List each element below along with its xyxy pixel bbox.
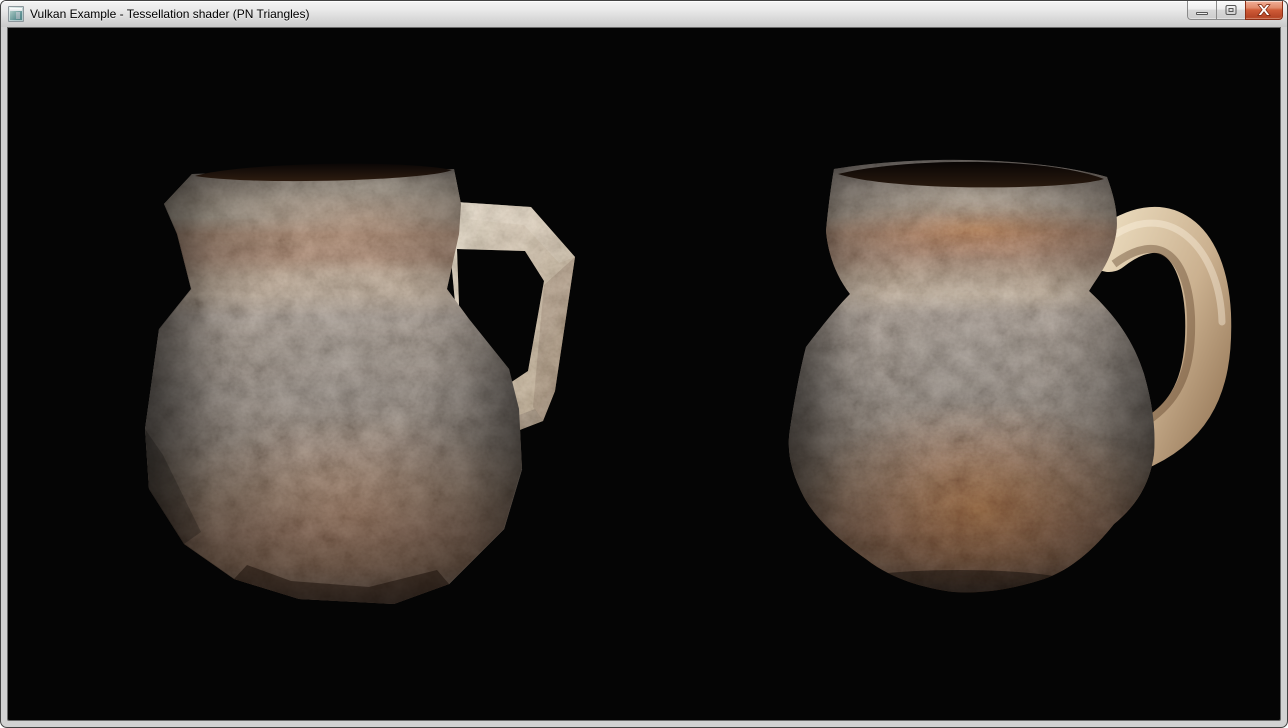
close-button[interactable] [1245,1,1283,20]
jug-right-tessellated [774,154,1239,609]
maximize-icon [1226,5,1237,15]
title-bar[interactable]: Vulkan Example - Tessellation shader (PN… [1,1,1287,27]
window-controls [1188,1,1283,20]
close-icon [1257,4,1271,16]
window-title: Vulkan Example - Tessellation shader (PN… [30,7,309,21]
maximize-button[interactable] [1216,1,1246,20]
jug-left-flat-shaded [139,155,594,607]
app-icon [8,6,24,22]
app-window: Vulkan Example - Tessellation shader (PN… [0,0,1288,728]
render-viewport[interactable] [7,27,1281,721]
minimize-icon [1196,12,1208,15]
jug-left-body [139,155,594,607]
minimize-button[interactable] [1187,1,1217,20]
